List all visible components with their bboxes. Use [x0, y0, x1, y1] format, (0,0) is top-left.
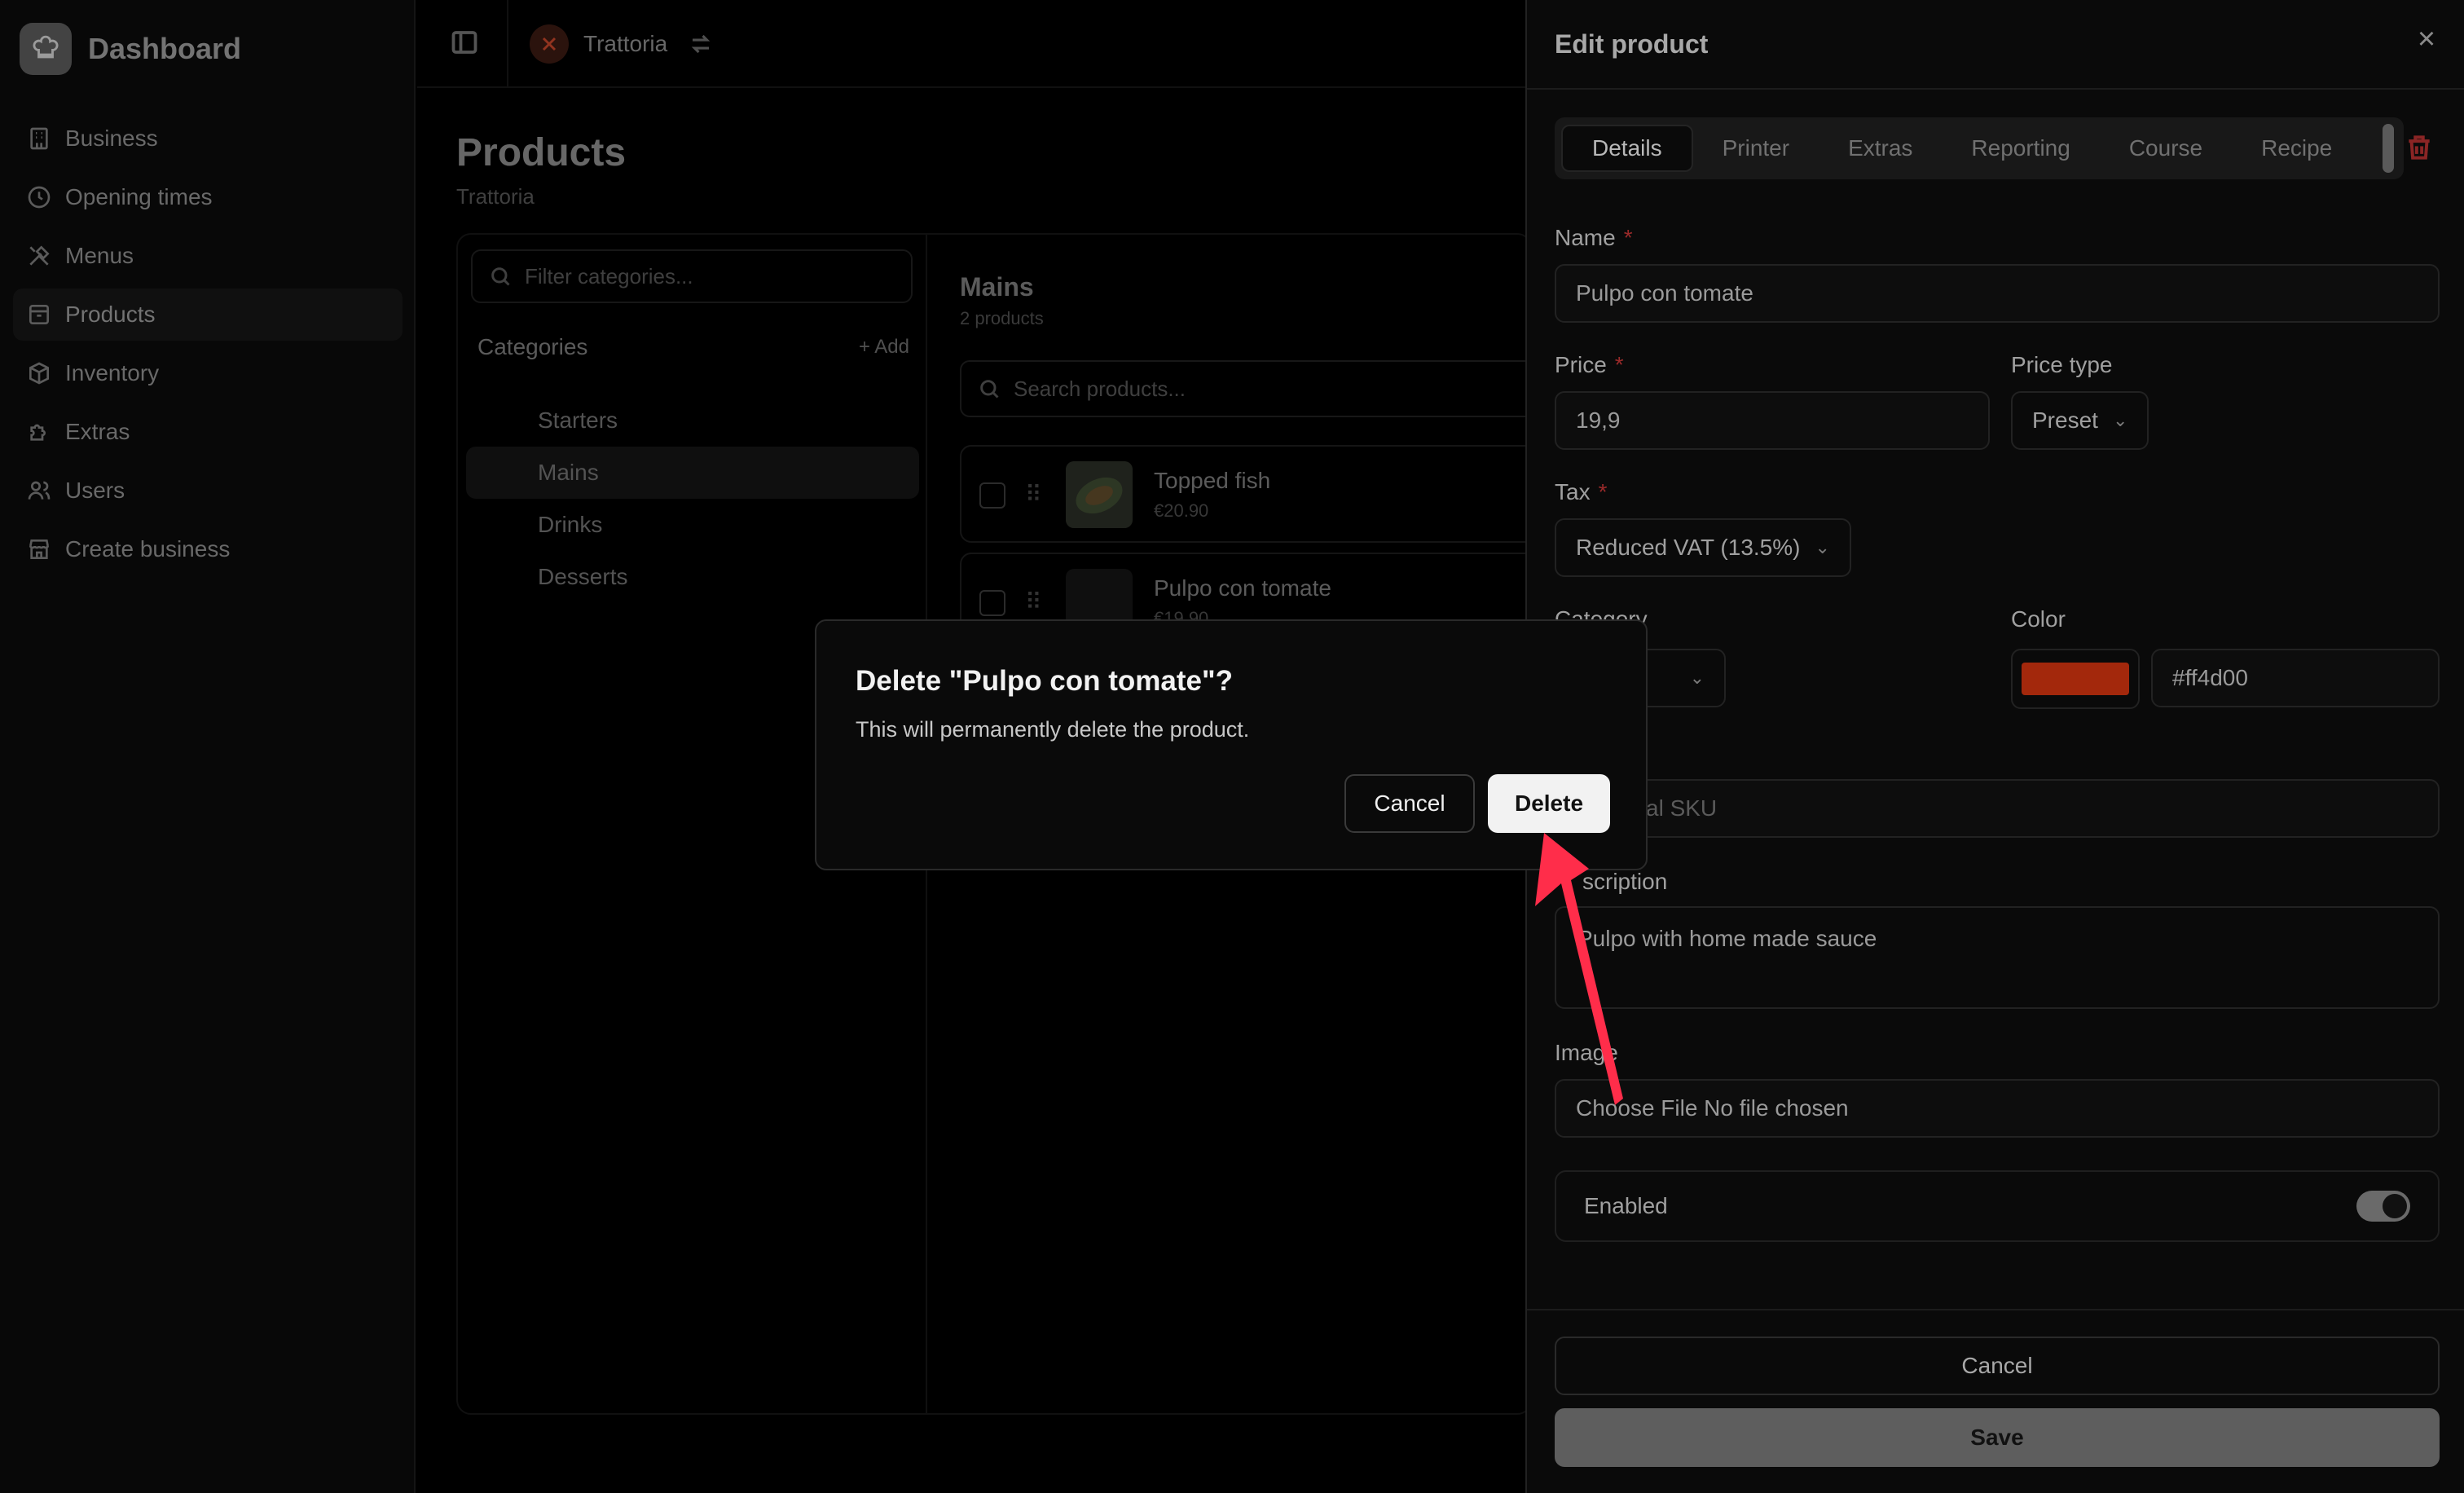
color-swatch-fill — [2022, 663, 2129, 695]
close-icon[interactable]: × — [2412, 24, 2441, 55]
price-type-value: Preset — [2032, 407, 2098, 433]
tab-printer[interactable]: Printer — [1693, 125, 1819, 172]
edit-product-drawer: Edit product × Details Printer Extras Re… — [1525, 0, 2464, 1493]
tax-label: Tax * — [1555, 479, 1608, 504]
name-label: Name * — [1555, 225, 1633, 250]
tabs-scrollbar[interactable] — [2383, 124, 2394, 173]
sku-field[interactable]: al SKU — [1555, 779, 2440, 838]
color-label: Color — [2011, 606, 2066, 632]
tax-value: Reduced VAT (13.5%) — [1576, 535, 1801, 560]
description-field[interactable]: Pulpo with home made sauce — [1555, 906, 2440, 1009]
divider — [1527, 88, 2464, 90]
trash-icon[interactable] — [2404, 132, 2435, 163]
enabled-label: Enabled — [1584, 1193, 1668, 1218]
color-hex-field[interactable]: #ff4d00 — [2151, 649, 2440, 707]
price-type-select[interactable]: Preset ⌄ — [2011, 391, 2149, 450]
price-label: Price * — [1555, 352, 1624, 377]
chevron-down-icon: ⌄ — [1815, 537, 1830, 557]
image-label: Image — [1555, 1040, 1618, 1065]
enabled-row: Enabled — [1555, 1170, 2440, 1242]
divider — [1527, 1309, 2464, 1310]
color-swatch[interactable] — [2011, 649, 2140, 709]
drawer-title: Edit product — [1555, 29, 1709, 59]
price-field[interactable]: 19,9 — [1555, 391, 1990, 450]
delete-button[interactable]: Delete — [1488, 774, 1610, 833]
dialog-title: Delete "Pulpo con tomate"? — [856, 665, 1233, 697]
tab-course[interactable]: Course — [2100, 125, 2232, 172]
cancel-button[interactable]: Cancel — [1344, 774, 1475, 833]
drawer-cancel-button[interactable]: Cancel — [1555, 1337, 2440, 1395]
description-label: scription — [1582, 869, 1668, 894]
dialog-description: This will permanently delete the product… — [856, 717, 1250, 742]
name-field[interactable]: Pulpo con tomate — [1555, 264, 2440, 323]
tab-extras[interactable]: Extras — [1819, 125, 1942, 172]
toggle-knob — [2383, 1194, 2407, 1218]
tab-reporting[interactable]: Reporting — [1942, 125, 2099, 172]
chevron-down-icon: ⌄ — [2112, 410, 2128, 430]
tax-select[interactable]: Reduced VAT (13.5%) ⌄ — [1555, 518, 1851, 577]
image-file-input[interactable]: Choose File No file chosen — [1555, 1079, 2440, 1138]
price-type-label: Price type — [2011, 352, 2113, 377]
drawer-tabs: Details Printer Extras Reporting Course … — [1555, 117, 2404, 179]
enabled-toggle[interactable] — [2356, 1191, 2410, 1222]
save-button[interactable]: Save — [1555, 1408, 2440, 1467]
tab-recipe[interactable]: Recipe — [2232, 125, 2361, 172]
delete-confirm-dialog: Delete "Pulpo con tomate"? This will per… — [815, 619, 1648, 870]
chevron-down-icon: ⌄ — [1689, 667, 1705, 688]
tab-details[interactable]: Details — [1561, 125, 1693, 172]
